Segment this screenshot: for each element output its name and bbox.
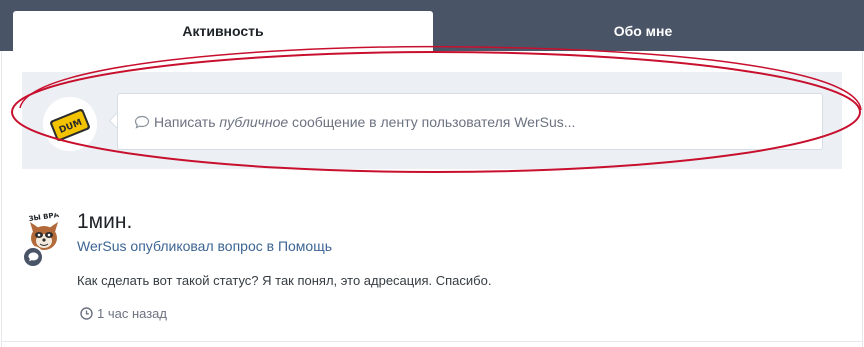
clock-icon [80, 307, 93, 320]
feed-item-timestamp[interactable]: 1 час назад [80, 306, 167, 321]
chat-bubble-icon [28, 252, 38, 262]
feed-item-body: Как сделать вот такой статус? Я так поня… [77, 273, 492, 288]
comment-icon [134, 115, 150, 129]
status-input[interactable]: Написать публичное сообщение в ленту пол… [117, 93, 823, 150]
feed-item-time-label: 1 час назад [97, 306, 167, 321]
tab-about[interactable]: Обо мне [433, 11, 853, 51]
status-input-suffix: сообщение в ленту пользователя WerSus... [288, 113, 576, 130]
composer-avatar[interactable]: DUM [43, 97, 97, 151]
feed-item-title[interactable]: 1мин. [77, 210, 132, 234]
dum-badge-icon: DUM [43, 97, 97, 151]
feed-divider [1, 341, 863, 342]
activity-type-badge [22, 246, 44, 268]
status-input-emphasis: публичное [219, 113, 289, 130]
status-input-prefix: Написать [154, 113, 220, 130]
feed-item-subtitle[interactable]: WerSus опубликовал вопрос в Помощь [77, 238, 332, 254]
tab-activity[interactable]: Активность [13, 11, 433, 51]
